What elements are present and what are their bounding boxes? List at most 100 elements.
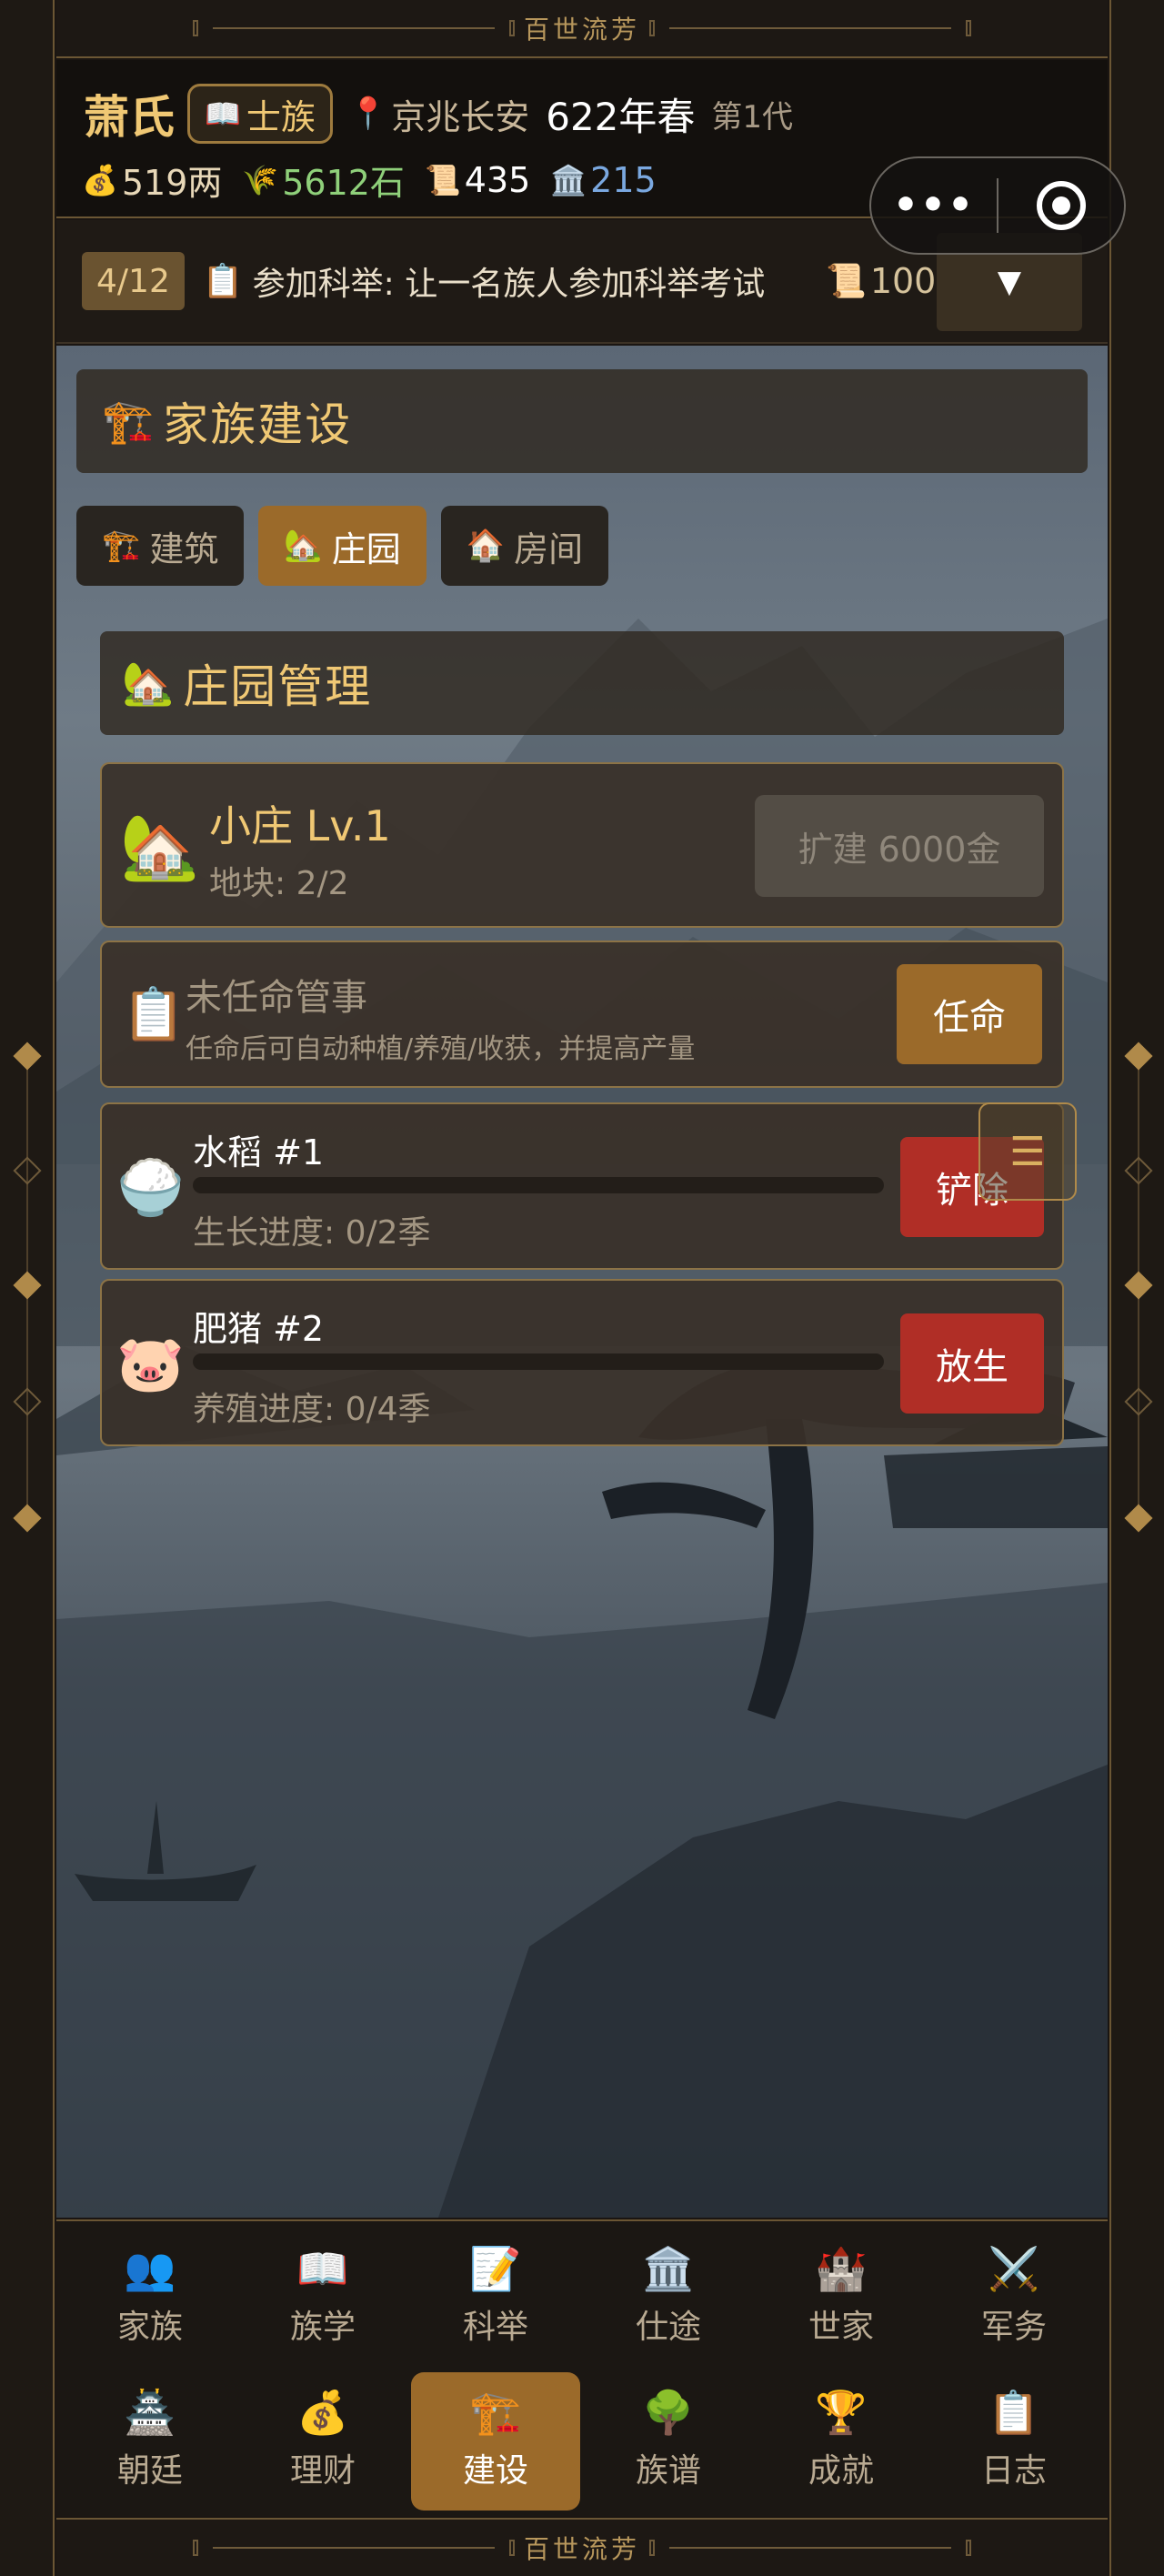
farm-slot: 🐷 肥猪 #2 养殖进度: 0/4季 放生 (100, 1279, 1064, 1446)
resource-row: 💰 519两 🌾 5612石 📜 435 🏛️ 215 (82, 155, 677, 205)
release-livestock-button[interactable]: 放生 (900, 1313, 1044, 1414)
people-icon: 👥 (124, 2244, 176, 2293)
chevron-down-icon: ▼ (997, 264, 1022, 300)
nav-item-court[interactable]: 🏯 朝廷 (65, 2372, 235, 2511)
nav-item-genealogy[interactable]: 🌳 族谱 (584, 2372, 753, 2511)
house-icon: 🏠 (466, 528, 506, 564)
estate-card: 🏡 小庄 Lv.1 地块: 2/2 扩建 6000金 (100, 762, 1064, 928)
clan-location[interactable]: 📍 京兆长安 (349, 89, 529, 139)
construction-crane-icon: 🏗️ (102, 528, 141, 564)
money-bag-icon: 💰 (82, 162, 118, 197)
banner-cap (649, 2540, 655, 2556)
tab-estate[interactable]: 🏡 庄园 (258, 506, 426, 586)
rail-diamond (1124, 1504, 1153, 1533)
nav-item-family[interactable]: 👥 家族 (65, 2229, 235, 2367)
banner-cap (966, 2540, 971, 2556)
nav-item-log[interactable]: 📋 日志 (929, 2372, 1099, 2511)
clan-rank-badge[interactable]: 📖 士族 (187, 84, 333, 144)
trophy-icon: 🏆 (815, 2388, 868, 2437)
nav-label: 日志 (980, 2452, 1047, 2490)
banner-cap (508, 20, 515, 36)
tab-rooms[interactable]: 🏠 房间 (440, 506, 609, 586)
build-tabs: 🏗️ 建筑 🏡 庄园 🏠 房间 (76, 506, 623, 586)
rail-diamond (1124, 1271, 1153, 1300)
top-banner: 百世流芳 (56, 0, 1108, 58)
banner-cap (192, 2540, 198, 2556)
house-garden-icon: 🏡 (284, 528, 323, 564)
castle-icon: 🏰 (815, 2244, 868, 2293)
nav-label: 朝廷 (116, 2452, 183, 2490)
grain-icon: 🌾 (242, 162, 279, 197)
resource-scroll: 📜 435 (425, 160, 530, 200)
section-header: 🏗️ 家族建设 (76, 369, 1088, 473)
resource-value: 519两 (121, 163, 223, 203)
nav-label: 仕途 (635, 2309, 701, 2346)
tab-buildings[interactable]: 🏗️ 建筑 (76, 506, 245, 586)
quest-progress: 4/12 (82, 252, 185, 310)
nav-label: 建设 (462, 2452, 528, 2490)
nav-label: 军务 (980, 2309, 1047, 2346)
nav-item-clans[interactable]: 🏰 世家 (757, 2229, 926, 2367)
tab-label: 建筑 (149, 528, 219, 569)
expand-estate-button[interactable]: 扩建 6000金 (755, 795, 1044, 897)
resource-silver: 💰 519两 (82, 155, 222, 205)
growth-progress-label: 养殖进度: 0/4季 (193, 1391, 431, 1428)
rail-diamond (13, 1504, 42, 1533)
construction-crane-icon: 🏗️ (102, 396, 155, 446)
banner-cap (966, 20, 971, 36)
nav-item-construction[interactable]: 🏗️ 建设 (411, 2372, 580, 2511)
house-garden-icon: 🏡 (120, 810, 200, 884)
clan-surname: 萧氏 (84, 90, 175, 144)
nav-label: 族谱 (635, 2452, 701, 2490)
growth-progress-bar (193, 1353, 884, 1370)
nav-item-finance[interactable]: 💰 理财 (238, 2372, 407, 2511)
resource-grain: 🌾 5612石 (242, 155, 405, 205)
banner-bar (212, 27, 495, 29)
clipboard-icon: 📋 (988, 2388, 1040, 2437)
memo-icon: 📝 (469, 2244, 522, 2293)
slot-name: 水稻 #1 (193, 1132, 325, 1172)
rail-diamond (13, 1271, 42, 1300)
clipboard-icon: 📋 (202, 263, 244, 300)
quest-reward: 📜 100 (826, 261, 936, 301)
rice-bowl-icon: 🍚 (116, 1156, 185, 1220)
right-rail (1109, 0, 1164, 2576)
banner-cap (192, 20, 198, 36)
resource-value: 435 (464, 159, 531, 200)
estate-plots: 地块: 2/2 (209, 865, 349, 902)
nav-item-achievements[interactable]: 🏆 成就 (757, 2372, 926, 2511)
palace-icon: 🏯 (124, 2388, 176, 2437)
rail-diamond (13, 1156, 42, 1185)
growth-progress-bar (193, 1177, 884, 1193)
house-garden-icon: 🏡 (122, 658, 175, 708)
appoint-steward-button[interactable]: 任命 (897, 964, 1042, 1064)
banner-title: 百世流芳 (523, 15, 640, 45)
banner-bar (212, 2547, 495, 2549)
more-options-icon[interactable]: ••• (871, 186, 997, 226)
estate-panel-title: 庄园管理 (183, 660, 373, 713)
government-building-icon: 🏛️ (550, 162, 587, 197)
menu-icon: ☰ (1009, 1128, 1046, 1175)
generation-label: 第1代 (711, 98, 794, 136)
bottom-navigation: 👥 家族 📖 族学 📝 科举 🏛️ 仕途 🏰 世家 ⚔️ 军务 🏯 朝廷 💰 理… (56, 2219, 1108, 2516)
nav-item-military[interactable]: ⚔️ 军务 (929, 2229, 1099, 2367)
nav-item-career[interactable]: 🏛️ 仕途 (584, 2229, 753, 2367)
floating-menu-button[interactable]: ☰ (978, 1102, 1077, 1201)
nav-item-exam[interactable]: 📝 科举 (411, 2229, 580, 2367)
current-year: 622年春 (546, 94, 696, 139)
money-bag-icon: 💰 (296, 2388, 349, 2437)
resource-prestige: 🏛️ 215 (550, 160, 656, 200)
close-miniprogram-button[interactable] (998, 181, 1124, 230)
resource-value: 5612石 (282, 163, 405, 203)
clan-info-row: 萧氏 📖 士族 📍 京兆长安 622年春 第1代 (84, 82, 793, 146)
tab-label: 房间 (514, 528, 584, 569)
rail-diamond (1124, 1387, 1153, 1416)
miniprogram-capsule: ••• (869, 156, 1126, 255)
farm-slot: 🍚 水稻 #1 生长进度: 0/2季 铲除 (100, 1102, 1064, 1270)
banner-title: 百世流芳 (523, 2534, 640, 2564)
construction-crane-icon: 🏗️ (469, 2388, 522, 2437)
scroll-icon: 📜 (826, 263, 867, 300)
nav-item-school[interactable]: 📖 族学 (238, 2229, 407, 2367)
section-title: 家族建设 (163, 398, 353, 451)
nav-label: 世家 (808, 2309, 874, 2346)
